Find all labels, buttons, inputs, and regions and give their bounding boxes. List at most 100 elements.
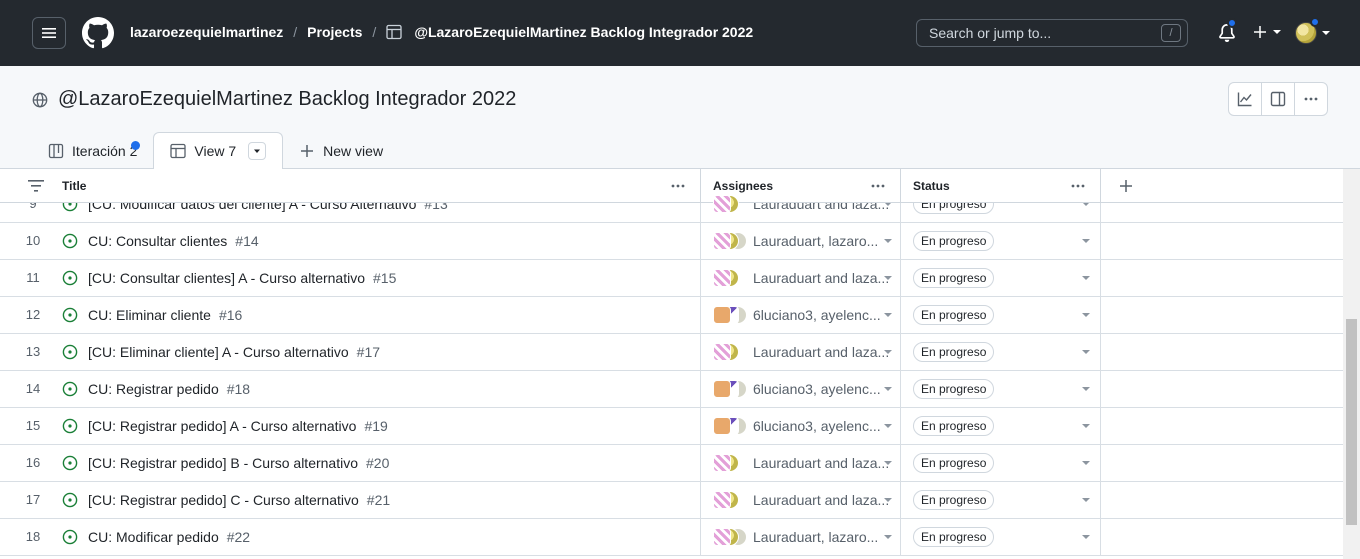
assignees-cell[interactable]: Lauraduart, lazaro... (701, 519, 901, 555)
column-menu-button[interactable] (1070, 178, 1086, 197)
status-cell[interactable]: En progreso (901, 482, 1101, 518)
user-menu-button[interactable] (1295, 17, 1331, 44)
assignees-cell[interactable]: Lauraduart and laza... (701, 482, 901, 518)
triangle-down-icon[interactable] (884, 276, 892, 280)
column-status-label: Status (913, 179, 950, 193)
triangle-down-icon[interactable] (1082, 313, 1090, 317)
avatar (713, 306, 731, 324)
issue-title-link[interactable]: [CU: Registrar pedido] C - Curso alterna… (88, 492, 359, 508)
new-view-button[interactable]: New view (283, 132, 399, 169)
table-row[interactable]: 15 [CU: Registrar pedido] A - Curso alte… (0, 408, 1343, 445)
triangle-down-icon[interactable] (1082, 498, 1090, 502)
table-row[interactable]: 14 CU: Registrar pedido #18 6luciano3, a… (0, 371, 1343, 408)
hamburger-menu-button[interactable] (32, 17, 66, 49)
breadcrumb-projects-link[interactable]: Projects (307, 24, 362, 40)
triangle-down-icon[interactable] (1082, 387, 1090, 391)
column-menu-button[interactable] (670, 178, 686, 197)
triangle-down-icon[interactable] (1082, 350, 1090, 354)
empty-cell (1101, 334, 1343, 370)
assignees-cell[interactable]: Lauraduart and laza... (701, 445, 901, 481)
triangle-down-icon[interactable] (1082, 461, 1090, 465)
triangle-down-icon[interactable] (884, 387, 892, 391)
status-cell[interactable]: En progreso (901, 260, 1101, 296)
title-cell[interactable]: CU: Consultar clientes #14 (56, 223, 701, 259)
triangle-down-icon[interactable] (884, 350, 892, 354)
title-cell[interactable]: CU: Eliminar cliente #16 (56, 297, 701, 333)
breadcrumb-project-link[interactable]: @LazaroEzequielMartinez Backlog Integrad… (414, 24, 753, 40)
triangle-down-icon[interactable] (1082, 535, 1090, 539)
empty-cell (1101, 223, 1343, 259)
triangle-down-icon[interactable] (884, 313, 892, 317)
add-field-button[interactable] (1101, 169, 1343, 203)
insights-button[interactable] (1229, 83, 1262, 115)
tab-view-7[interactable]: View 7 (153, 132, 284, 170)
issue-title-link[interactable]: [CU: Eliminar cliente] A - Curso alterna… (88, 344, 349, 360)
table-row[interactable]: 11 [CU: Consultar clientes] A - Curso al… (0, 260, 1343, 297)
triangle-down-icon[interactable] (884, 498, 892, 502)
breadcrumb-separator: / (372, 24, 377, 40)
breadcrumb-user-link[interactable]: lazaroezequielmartinez (130, 24, 283, 40)
triangle-down-icon[interactable] (884, 535, 892, 539)
issue-title-link[interactable]: [CU: Registrar pedido] B - Curso alterna… (88, 455, 358, 471)
issue-title-link[interactable]: CU: Modificar pedido (88, 529, 219, 545)
view-options-button[interactable] (248, 142, 267, 160)
triangle-down-icon[interactable] (884, 239, 892, 243)
more-options-button[interactable] (1295, 83, 1327, 115)
assignees-cell[interactable]: Lauraduart and laza... (701, 260, 901, 296)
table-row[interactable]: 16 [CU: Registrar pedido] B - Curso alte… (0, 445, 1343, 482)
triangle-down-icon[interactable] (1082, 276, 1090, 280)
kebab-horizontal-icon (671, 184, 685, 188)
table-row[interactable]: 13 [CU: Eliminar cliente] A - Curso alte… (0, 334, 1343, 371)
column-menu-button[interactable] (870, 178, 886, 197)
title-cell[interactable]: [CU: Registrar pedido] B - Curso alterna… (56, 445, 701, 481)
assignees-cell[interactable]: Lauraduart, lazaro... (701, 223, 901, 259)
github-logo-icon[interactable] (82, 17, 114, 49)
notifications-button[interactable] (1218, 18, 1237, 47)
assignees-cell[interactable]: 6luciano3, ayelenc... (701, 297, 901, 333)
side-panel-button[interactable] (1262, 83, 1295, 115)
assignees-cell[interactable]: 6luciano3, ayelenc... (701, 408, 901, 444)
tab-label: New view (323, 142, 384, 159)
table-row[interactable]: 18 CU: Modificar pedido #22 Lauraduart, … (0, 519, 1343, 556)
issue-title-link[interactable]: CU: Eliminar cliente (88, 307, 211, 323)
title-cell[interactable]: CU: Registrar pedido #18 (56, 371, 701, 407)
search-input[interactable]: Search or jump to... / (916, 19, 1188, 47)
status-cell[interactable]: En progreso (901, 408, 1101, 444)
empty-cell (1101, 519, 1343, 555)
column-header-status[interactable]: Status (901, 169, 1101, 203)
assignees-cell[interactable]: Lauraduart and laza... (701, 334, 901, 370)
issue-title-link[interactable]: [CU: Consultar clientes] A - Curso alter… (88, 270, 365, 286)
assignees-text: Lauraduart and laza... (753, 492, 890, 508)
status-cell[interactable]: En progreso (901, 297, 1101, 333)
triangle-down-icon[interactable] (1082, 424, 1090, 428)
issue-opened-icon (62, 344, 78, 360)
status-cell[interactable]: En progreso (901, 223, 1101, 259)
status-cell[interactable]: En progreso (901, 519, 1101, 555)
status-cell[interactable]: En progreso (901, 334, 1101, 370)
title-cell[interactable]: [CU: Eliminar cliente] A - Curso alterna… (56, 334, 701, 370)
vertical-scrollbar[interactable] (1343, 169, 1360, 559)
status-cell[interactable]: En progreso (901, 445, 1101, 481)
title-cell[interactable]: [CU: Consultar clientes] A - Curso alter… (56, 260, 701, 296)
title-cell[interactable]: [CU: Registrar pedido] C - Curso alterna… (56, 482, 701, 518)
filter-icon[interactable] (28, 179, 44, 196)
title-cell[interactable]: [CU: Registrar pedido] A - Curso alterna… (56, 408, 701, 444)
tab-iteracion-2[interactable]: Iteración 2 (32, 132, 153, 169)
table-row[interactable]: 17 [CU: Registrar pedido] C - Curso alte… (0, 482, 1343, 519)
triangle-down-icon[interactable] (884, 424, 892, 428)
avatar-stack (713, 527, 747, 547)
status-cell[interactable]: En progreso (901, 371, 1101, 407)
triangle-down-icon[interactable] (884, 461, 892, 465)
issue-title-link[interactable]: [CU: Registrar pedido] A - Curso alterna… (88, 418, 356, 434)
title-cell[interactable]: CU: Modificar pedido #22 (56, 519, 701, 555)
scrollbar-thumb[interactable] (1346, 319, 1357, 525)
table-row[interactable]: 10 CU: Consultar clientes #14 Lauraduart… (0, 223, 1343, 260)
issue-title-link[interactable]: CU: Registrar pedido (88, 381, 219, 397)
issue-title-link[interactable]: CU: Consultar clientes (88, 233, 227, 249)
create-new-button[interactable] (1252, 24, 1282, 40)
triangle-down-icon[interactable] (1082, 239, 1090, 243)
assignees-cell[interactable]: 6luciano3, ayelenc... (701, 371, 901, 407)
column-header-title[interactable]: Title (0, 169, 701, 203)
table-row[interactable]: 12 CU: Eliminar cliente #16 6luciano3, a… (0, 297, 1343, 334)
issue-number: #15 (373, 270, 397, 286)
